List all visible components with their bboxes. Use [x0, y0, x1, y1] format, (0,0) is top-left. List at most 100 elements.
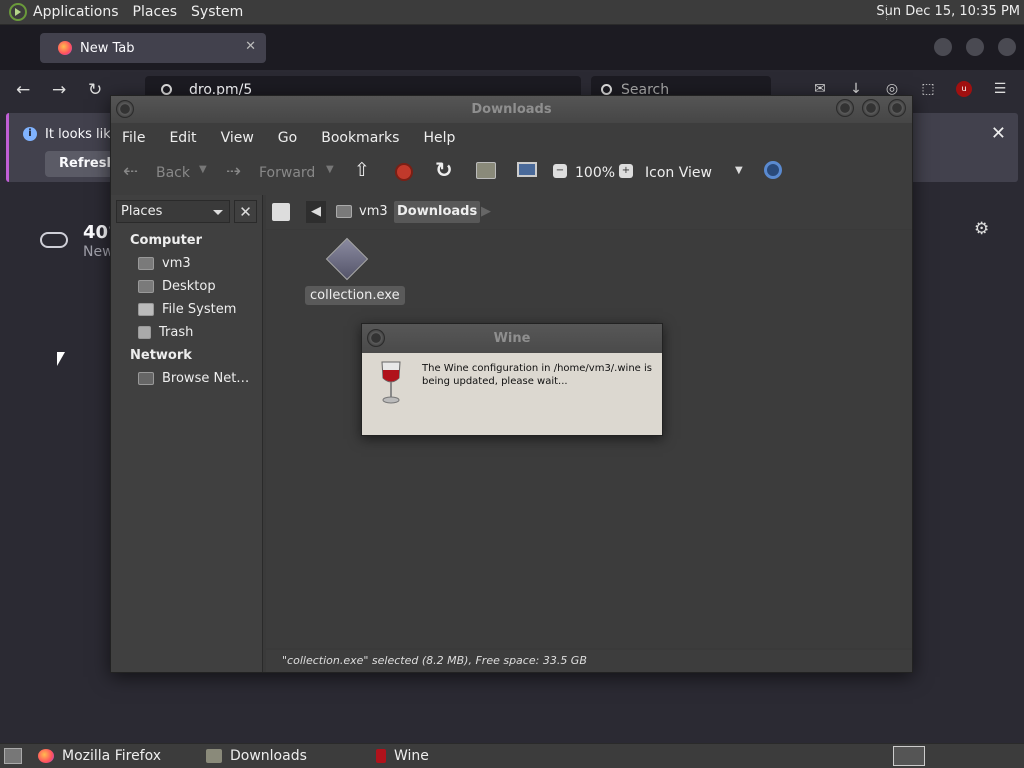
forward-button[interactable]: Forward: [259, 165, 315, 181]
back-history-chevron-icon[interactable]: ▼: [199, 164, 207, 175]
file-name-label[interactable]: collection.exe: [305, 286, 405, 305]
close-notice-icon[interactable]: ✕: [991, 123, 1006, 144]
gear-icon[interactable]: ⚙: [974, 219, 989, 239]
window-title: Downloads: [471, 102, 552, 117]
top-panel: Applications Places System Sun Dec 15, 1…: [0, 0, 1024, 25]
close-tab-icon[interactable]: ✕: [245, 39, 256, 54]
show-desktop-button[interactable]: [4, 748, 22, 764]
zoom-out-icon[interactable]: −: [553, 164, 567, 178]
reload-icon[interactable]: ↻: [88, 80, 102, 100]
hamburger-menu-icon[interactable]: ☰: [992, 81, 1008, 97]
toolbar: ⇠ Back ▼ ⇢ Forward ▼ ⇧ ↻ − 100% + Icon V…: [111, 153, 912, 195]
sidebar-heading-computer: Computer: [130, 233, 203, 248]
menu-go[interactable]: Go: [278, 130, 297, 146]
menu-edit[interactable]: Edit: [169, 130, 196, 146]
sidebar-item-label: Desktop: [162, 279, 216, 294]
firefox-icon: [38, 749, 54, 763]
zoom-in-icon[interactable]: +: [619, 164, 633, 178]
search-icon: [161, 84, 172, 95]
wine-dialog: Wine The Wine configuration in /home/vm3…: [361, 323, 663, 436]
weather-location: New: [83, 244, 114, 260]
trash-icon: [138, 326, 151, 339]
close-window-icon[interactable]: [998, 38, 1016, 56]
sidebar-item-vm3[interactable]: vm3: [138, 256, 191, 271]
menu-system[interactable]: System: [191, 4, 243, 20]
home-folder-icon: [336, 205, 352, 218]
sidebar-item-file-system[interactable]: File System: [138, 302, 236, 317]
taskbar-item-firefox[interactable]: Mozilla Firefox: [38, 748, 161, 764]
extensions-icon[interactable]: ⬚: [920, 81, 936, 97]
menu-file[interactable]: File: [122, 130, 145, 146]
file-view[interactable]: collection.exe: [266, 230, 912, 648]
desktop-folder-icon: [138, 280, 154, 293]
sidebar-item-label: File System: [162, 302, 237, 317]
wine-dialog-titlebar[interactable]: Wine: [362, 324, 662, 353]
up-arrow-icon[interactable]: ⇧: [354, 159, 370, 181]
maximize-icon[interactable]: [862, 99, 880, 117]
notice-text: It looks like: [45, 127, 119, 142]
stop-icon[interactable]: [395, 163, 413, 181]
back-button[interactable]: Back: [156, 165, 190, 181]
taskbar-item-label: Mozilla Firefox: [62, 748, 162, 764]
tab-title: New Tab: [80, 40, 135, 56]
distro-logo-icon[interactable]: [9, 3, 27, 21]
menu-help[interactable]: Help: [423, 130, 455, 146]
sidebar-item-desktop[interactable]: Desktop: [138, 279, 216, 294]
forward-arrow-icon[interactable]: ⇢: [226, 161, 241, 182]
breadcrumb-right-arrow-icon[interactable]: ▶: [478, 201, 494, 223]
menu-places[interactable]: Places: [133, 4, 178, 20]
wine-dialog-message: The Wine configuration in /home/vm3/.win…: [422, 363, 652, 387]
firefox-icon: [58, 41, 72, 55]
taskbar-item-wine[interactable]: Wine: [376, 748, 429, 764]
computer-icon[interactable]: [517, 162, 537, 177]
search-icon: [601, 84, 612, 95]
close-window-icon[interactable]: [888, 99, 906, 117]
show-desktop-icon: [4, 748, 22, 764]
sidebar-item-trash[interactable]: Trash: [138, 325, 193, 340]
minimize-icon[interactable]: [836, 99, 854, 117]
firefox-tabbar: New Tab ✕: [0, 25, 1024, 70]
home-folder-icon: [138, 257, 154, 270]
minimize-icon[interactable]: [934, 38, 952, 56]
sidebar-item-label: Trash: [159, 325, 194, 340]
panel-clock[interactable]: Sun Dec 15, 10:35 PM: [876, 4, 1020, 19]
edit-location-icon[interactable]: [272, 203, 290, 221]
menubar: File Edit View Go Bookmarks Help: [111, 123, 912, 153]
places-selector[interactable]: Places: [116, 200, 230, 223]
back-arrow-icon[interactable]: ⇠: [123, 161, 138, 182]
search-icon[interactable]: [764, 161, 782, 179]
breadcrumb-left-arrow-icon[interactable]: ◀: [306, 201, 326, 223]
info-icon: i: [23, 127, 37, 141]
chevron-down-icon[interactable]: ▼: [735, 165, 743, 176]
mouse-cursor: [57, 352, 65, 366]
breadcrumb-downloads[interactable]: Downloads: [394, 201, 481, 223]
bottom-taskbar: Mozilla Firefox Downloads Wine: [0, 743, 1024, 768]
forward-history-chevron-icon[interactable]: ▼: [326, 164, 334, 175]
sidebar-item-browse-network[interactable]: Browse Net…: [138, 371, 249, 386]
cloud-icon: [40, 232, 68, 248]
drive-icon: [138, 303, 154, 316]
view-mode-select[interactable]: Icon View: [645, 165, 712, 181]
taskbar-item-downloads[interactable]: Downloads: [206, 748, 307, 764]
breadcrumb-vm3[interactable]: vm3: [356, 201, 391, 223]
menu-applications[interactable]: Applications: [33, 4, 119, 20]
back-arrow-icon[interactable]: ←: [16, 80, 30, 100]
home-folder-icon[interactable]: [476, 162, 496, 179]
maximize-icon[interactable]: [966, 38, 984, 56]
folder-icon: [206, 749, 222, 763]
file-manager-titlebar[interactable]: Downloads: [111, 96, 912, 123]
close-sidebar-icon[interactable]: ✕: [234, 200, 257, 223]
sidebar-item-label: vm3: [162, 256, 191, 271]
tab-new-tab[interactable]: New Tab ✕: [40, 33, 266, 63]
wine-glass-icon: [381, 361, 401, 404]
wine-dialog-title: Wine: [493, 331, 531, 346]
reload-icon[interactable]: ↻: [435, 158, 453, 182]
menu-view[interactable]: View: [221, 130, 254, 146]
exe-file-icon[interactable]: [325, 237, 369, 281]
menu-bookmarks[interactable]: Bookmarks: [321, 130, 399, 146]
places-sidebar: Places ✕ Computer vm3 Desktop File Syste…: [111, 195, 263, 672]
ublock-icon[interactable]: u: [956, 81, 972, 97]
taskbar-item-label: Downloads: [230, 748, 307, 764]
forward-arrow-icon[interactable]: →: [52, 80, 66, 100]
workspace-switcher[interactable]: [893, 746, 925, 766]
